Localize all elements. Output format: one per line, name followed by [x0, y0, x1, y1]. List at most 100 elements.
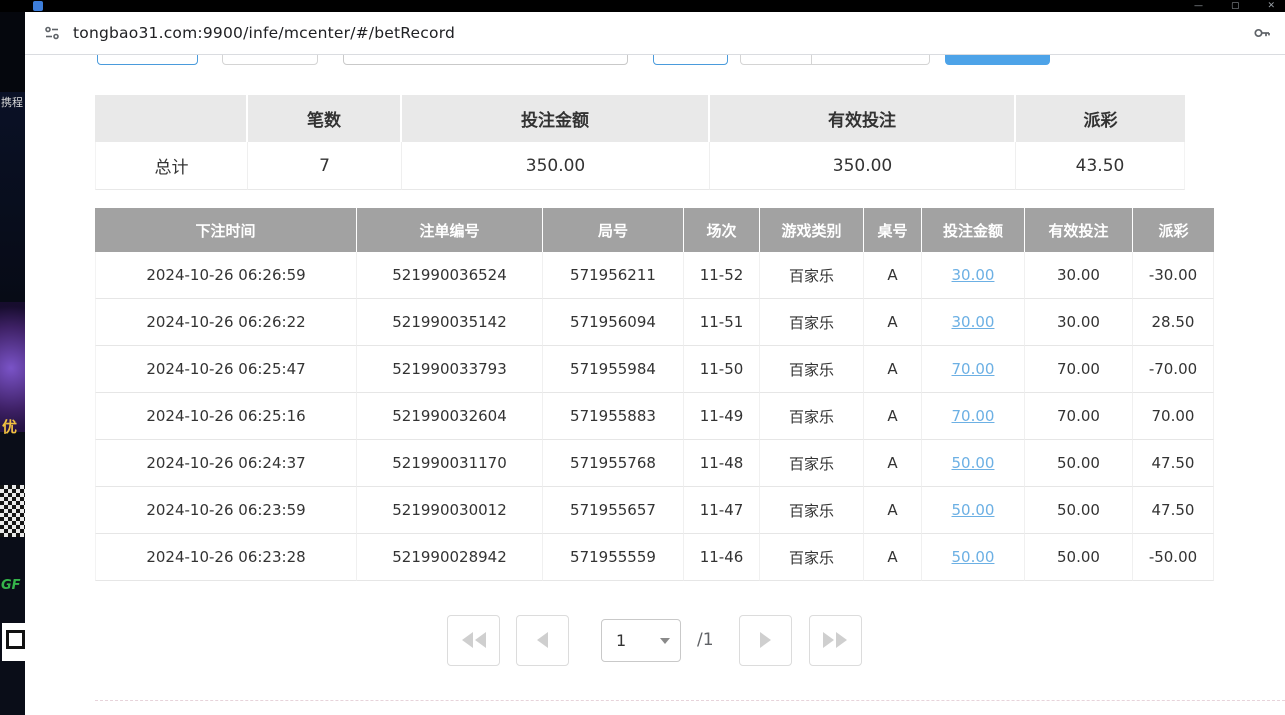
bet-table-header-row: 下注时间 注单编号 局号 场次 游戏类别 桌号 投注金额 有效投注 派彩	[95, 208, 1214, 252]
table-row: 2024-10-26 06:26:59 521990036524 5719562…	[95, 252, 1214, 299]
screen: 携程 优 GF — ▢ ✕ tongbao31.com:9900/infe/mc…	[0, 0, 1285, 715]
cell-round-id: 571956094	[543, 299, 684, 346]
bet-amount-link[interactable]: 50.00	[952, 548, 995, 566]
cell-round-id: 571955883	[543, 393, 684, 440]
cell-session: 11-49	[684, 393, 760, 440]
cell-game-type: 百家乐	[760, 252, 864, 299]
cell-bet-time: 2024-10-26 06:26:59	[95, 252, 357, 299]
filter-button-1[interactable]	[97, 55, 198, 65]
filter-button-4[interactable]	[740, 55, 812, 65]
browser-url-bar: tongbao31.com:9900/infe/mcenter/#/betRec…	[25, 12, 1285, 55]
qr-code-fragment	[0, 485, 25, 537]
summary-total-label: 总计	[95, 142, 248, 190]
bet-amount-link[interactable]: 50.00	[952, 501, 995, 519]
double-right-arrow-icon	[823, 632, 834, 648]
cell-bet-amount: 30.00	[922, 299, 1025, 346]
url-text[interactable]: tongbao31.com:9900/infe/mcenter/#/betRec…	[73, 24, 455, 42]
table-row: 2024-10-26 06:23:28 521990028942 5719555…	[95, 534, 1214, 581]
search-button[interactable]	[945, 55, 1050, 65]
cell-game-type: 百家乐	[760, 393, 864, 440]
bet-table-body: 2024-10-26 06:26:59 521990036524 5719562…	[95, 252, 1214, 581]
cell-valid-bet: 50.00	[1025, 534, 1133, 581]
header-round-id: 局号	[543, 208, 684, 252]
cell-bet-time: 2024-10-26 06:25:16	[95, 393, 357, 440]
cell-game-type: 百家乐	[760, 299, 864, 346]
cell-game-type: 百家乐	[760, 440, 864, 487]
cell-session: 11-52	[684, 252, 760, 299]
window-controls: — ▢ ✕	[1194, 0, 1275, 12]
cell-bet-amount: 70.00	[922, 346, 1025, 393]
bottom-dashed-divider	[95, 700, 1285, 701]
page-select[interactable]: 1	[601, 619, 681, 662]
cell-valid-bet: 70.00	[1025, 393, 1133, 440]
bet-amount-link[interactable]: 50.00	[952, 454, 995, 472]
summary-header-empty	[95, 95, 248, 142]
table-row: 2024-10-26 06:26:22 521990035142 5719560…	[95, 299, 1214, 346]
cell-payout: 47.50	[1133, 487, 1214, 534]
cell-table-no: A	[864, 393, 922, 440]
cell-bet-time: 2024-10-26 06:23:59	[95, 487, 357, 534]
cell-payout: 28.50	[1133, 299, 1214, 346]
desktop-ad-text-you: 优	[2, 416, 17, 437]
double-left-arrow-icon	[462, 632, 473, 648]
close-icon[interactable]: ✕	[1267, 0, 1275, 12]
next-page-button[interactable]	[739, 615, 792, 666]
site-info-icon[interactable]	[41, 22, 63, 44]
header-order-id: 注单编号	[357, 208, 543, 252]
summary-table: 笔数 投注金额 有效投注 派彩 总计 7 350.00 350.00 43.50	[95, 95, 1185, 190]
cell-bet-amount: 70.00	[922, 393, 1025, 440]
summary-total-row: 总计 7 350.00 350.00 43.50	[95, 142, 1185, 190]
pagination: 1 /1	[447, 614, 862, 666]
minimize-icon[interactable]: —	[1194, 0, 1203, 12]
cell-game-type: 百家乐	[760, 487, 864, 534]
cell-order-id: 521990028942	[357, 534, 543, 581]
cell-bet-amount: 50.00	[922, 440, 1025, 487]
cell-bet-amount: 50.00	[922, 487, 1025, 534]
summary-total-valid-bet: 350.00	[710, 142, 1016, 190]
bet-amount-link[interactable]: 30.00	[952, 266, 995, 284]
qr-code-small	[2, 623, 25, 661]
previous-page-button[interactable]	[516, 615, 569, 666]
last-page-button[interactable]	[809, 615, 862, 666]
summary-total-bet-amount: 350.00	[402, 142, 710, 190]
cell-order-id: 521990030012	[357, 487, 543, 534]
filter-input[interactable]	[343, 55, 628, 65]
password-key-icon[interactable]	[1251, 22, 1273, 44]
bet-amount-link[interactable]: 70.00	[952, 407, 995, 425]
cell-table-no: A	[864, 299, 922, 346]
header-game-type: 游戏类别	[760, 208, 864, 252]
cell-bet-time: 2024-10-26 06:23:28	[95, 534, 357, 581]
cell-payout: 47.50	[1133, 440, 1214, 487]
table-row: 2024-10-26 06:25:47 521990033793 5719559…	[95, 346, 1214, 393]
desktop-ad-text-xiecheng: 携程	[1, 94, 23, 110]
first-page-button[interactable]	[447, 615, 500, 666]
tab-favicon-icon	[33, 1, 43, 11]
filter-button-3[interactable]	[653, 55, 728, 65]
cell-bet-time: 2024-10-26 06:26:22	[95, 299, 357, 346]
cell-valid-bet: 50.00	[1025, 440, 1133, 487]
maximize-icon[interactable]: ▢	[1231, 0, 1240, 12]
cell-game-type: 百家乐	[760, 534, 864, 581]
cell-bet-time: 2024-10-26 06:24:37	[95, 440, 357, 487]
cell-session: 11-51	[684, 299, 760, 346]
filter-button-2[interactable]	[222, 55, 318, 65]
header-valid-bet: 有效投注	[1025, 208, 1133, 252]
cell-payout: -30.00	[1133, 252, 1214, 299]
cell-valid-bet: 70.00	[1025, 346, 1133, 393]
browser-titlebar: — ▢ ✕	[0, 0, 1285, 12]
cell-session: 11-46	[684, 534, 760, 581]
summary-header-payout: 派彩	[1016, 95, 1185, 142]
filter-button-5[interactable]	[812, 55, 930, 65]
right-arrow-icon	[760, 632, 771, 648]
cell-table-no: A	[864, 440, 922, 487]
cell-table-no: A	[864, 487, 922, 534]
bet-amount-link[interactable]: 30.00	[952, 313, 995, 331]
table-row: 2024-10-26 06:23:59 521990030012 5719556…	[95, 487, 1214, 534]
bet-amount-link[interactable]: 70.00	[952, 360, 995, 378]
cell-round-id: 571955984	[543, 346, 684, 393]
cell-order-id: 521990031170	[357, 440, 543, 487]
cell-valid-bet: 30.00	[1025, 252, 1133, 299]
total-pages-label: /1	[697, 630, 714, 650]
cell-session: 11-48	[684, 440, 760, 487]
cell-round-id: 571955768	[543, 440, 684, 487]
